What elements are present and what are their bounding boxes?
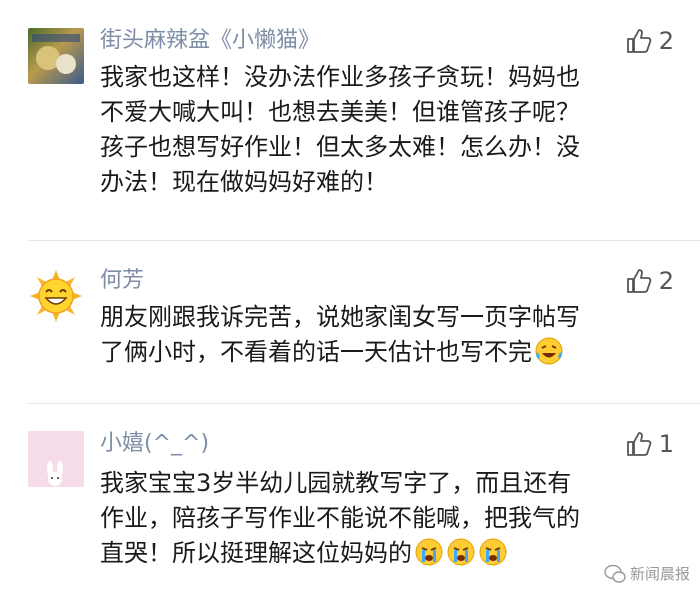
sun-face-icon <box>30 270 82 322</box>
comment-line: 直哭！所以挺理解这位妈妈的 <box>100 536 680 571</box>
commenter-name[interactable]: 小嬉(^_^) <box>100 429 209 459</box>
comment-line: 孩子也想写好作业！但太多太难！怎么办！没 <box>100 133 580 161</box>
comment-line-text: 直哭！所以挺理解这位妈妈的 <box>100 539 412 567</box>
food-photo-icon <box>32 34 80 74</box>
thumbs-up-icon <box>626 29 652 53</box>
bunny-icon <box>47 461 63 486</box>
like-button[interactable]: 2 <box>625 26 674 56</box>
watermark: 新闻晨报 <box>604 563 690 584</box>
comment-1: 街头麻辣盆《小懒猫》 2 我家也这样！没办法作业多孩子贪玩！妈妈也 不爱大喊大叫… <box>0 0 700 250</box>
divider <box>28 240 700 241</box>
comment-line: 朋友刚跟我诉完苦，说她家闺女写一页字帖写 <box>100 303 580 331</box>
comment-3: 小嬉(^_^) 1 我家宝宝3岁半幼儿园就教写字了，而且还有 作业，陪孩子写作业… <box>0 410 700 590</box>
avatar[interactable] <box>28 431 84 487</box>
like-count: 2 <box>658 267 674 295</box>
laughing-tears-emoji <box>535 337 563 365</box>
like-button[interactable]: 2 <box>625 266 674 296</box>
commenter-name[interactable]: 街头麻辣盆《小懒猫》 <box>100 26 320 56</box>
comment-line: 我家宝宝3岁半幼儿园就教写字了，而且还有 <box>100 469 572 497</box>
comment-line: 办法！现在做妈妈好难的！ <box>100 168 388 196</box>
watermark-text: 新闻晨报 <box>629 565 690 583</box>
like-button[interactable]: 1 <box>625 429 674 459</box>
comment-line-text: 了俩小时，不看着的话一天估计也写不完 <box>100 338 532 366</box>
avatar[interactable] <box>28 268 84 324</box>
crying-emoji <box>447 538 475 566</box>
like-count: 2 <box>658 27 674 55</box>
comment-text: 我家也这样！没办法作业多孩子贪玩！妈妈也 不爱大喊大叫！也想去美美！但谁管孩子呢… <box>100 60 680 200</box>
crying-emoji <box>415 538 443 566</box>
comment-line: 了俩小时，不看着的话一天估计也写不完 <box>100 335 680 370</box>
wechat-icon <box>604 564 626 583</box>
comment-line: 不爱大喊大叫！也想去美美！但谁管孩子呢？ <box>100 98 580 126</box>
avatar[interactable] <box>28 28 84 84</box>
divider <box>28 403 700 404</box>
comment-line: 作业，陪孩子写作业不能说不能喊，把我气的 <box>100 504 580 532</box>
comment-2: 何芳 2 朋友刚跟我诉完苦，说她家闺女写一页字帖写 了俩小时，不看着的话一天估计… <box>0 250 700 410</box>
comment-text: 我家宝宝3岁半幼儿园就教写字了，而且还有 作业，陪孩子写作业不能说不能喊，把我气… <box>100 466 680 571</box>
crying-emoji <box>479 538 507 566</box>
thumbs-up-icon <box>626 269 652 293</box>
like-count: 1 <box>658 430 674 458</box>
commenter-name[interactable]: 何芳 <box>100 266 144 296</box>
comment-line: 我家也这样！没办法作业多孩子贪玩！妈妈也 <box>100 63 580 91</box>
comment-text: 朋友刚跟我诉完苦，说她家闺女写一页字帖写 了俩小时，不看着的话一天估计也写不完 <box>100 300 680 370</box>
thumbs-up-icon <box>626 432 652 456</box>
